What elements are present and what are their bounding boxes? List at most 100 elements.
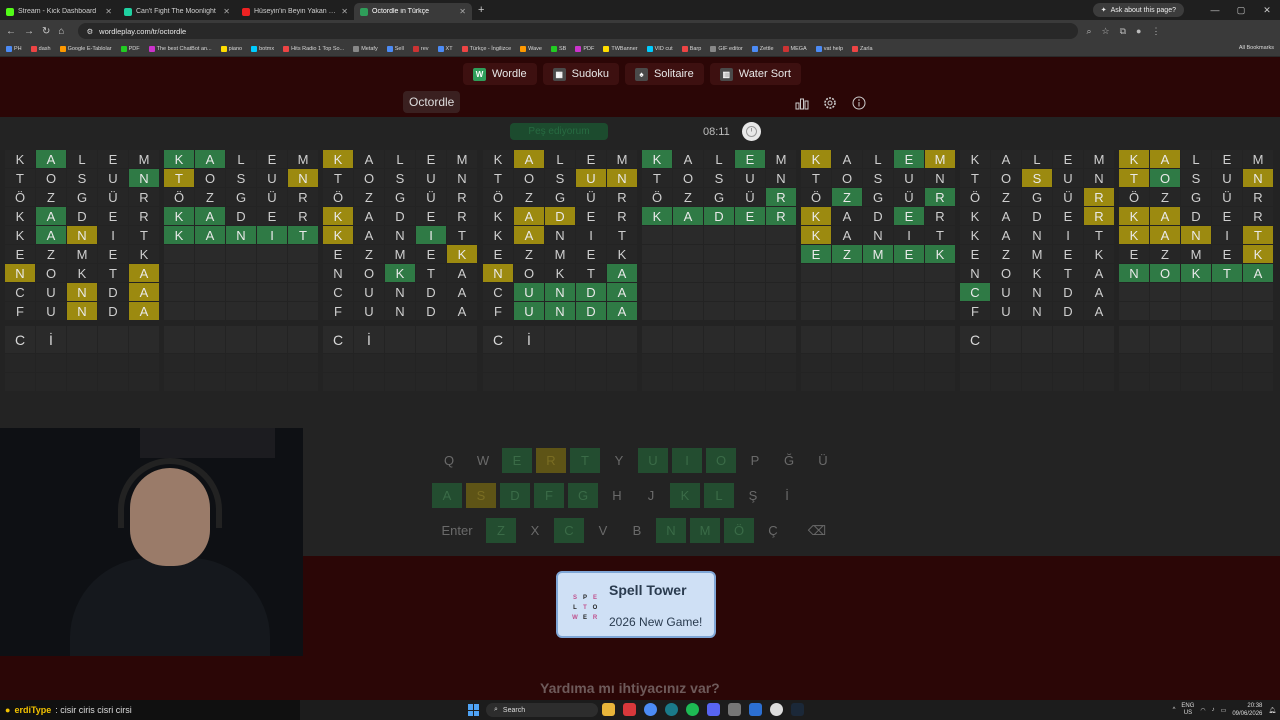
give-up-button[interactable]: Peş ediyorum [510,123,608,140]
spotify-icon[interactable] [686,703,699,716]
key-I[interactable]: I [672,448,702,473]
key-T[interactable]: T [570,448,600,473]
app-icon-teal[interactable] [665,703,678,716]
windows-start-icon[interactable] [468,704,480,716]
bookmark-item[interactable]: piano [220,46,242,52]
page-title[interactable]: Octordle [403,91,461,113]
info-icon[interactable] [849,93,869,113]
key-X[interactable]: X [520,518,550,543]
back-icon[interactable]: ← [6,26,16,37]
browser-tab[interactable]: Can't Fight The Moonlight ✕ [118,3,236,20]
key-Q[interactable]: Q [434,448,464,473]
bookmark-item[interactable]: GIF editor [710,46,743,52]
bookmark-item[interactable]: SB [551,46,566,52]
stats-icon[interactable] [792,93,812,113]
bookmark-item[interactable]: vat help [815,46,843,52]
key-G[interactable]: G [568,483,598,508]
key-H[interactable]: H [602,483,632,508]
bookmark-item[interactable]: PH [6,46,22,52]
key-W[interactable]: W [468,448,498,473]
home-icon[interactable]: ⌂ [58,26,64,37]
all-bookmarks-button[interactable]: All Bookmarks [1234,45,1274,51]
forward-icon[interactable]: → [24,26,34,37]
minimize-icon[interactable]: — [1202,0,1228,20]
key-P[interactable]: P [740,448,770,473]
bookmark-item[interactable]: Zettle [751,46,774,52]
tab-close-icon[interactable]: ✕ [105,7,112,16]
key-V[interactable]: V [588,518,618,543]
key-J[interactable]: J [636,483,666,508]
backspace-key[interactable]: ⌫ [792,518,842,543]
bookmark-item[interactable]: PDF [120,46,140,52]
language-indicator[interactable]: ENG US [1181,703,1194,717]
taskbar-search[interactable]: ⌕ Search [486,703,598,717]
extensions-icon[interactable]: ⧉ [1120,26,1126,37]
tab-close-icon[interactable]: ✕ [459,7,466,16]
key-U[interactable]: U [638,448,668,473]
bookmark-item[interactable]: The best ChatBot an... [148,46,212,52]
new-tab-button[interactable]: + [478,4,484,16]
url-input[interactable]: ⚙ wordleplay.com/tr/octordle [78,23,1079,39]
key-Ş[interactable]: Ş [738,483,768,508]
discord-icon[interactable] [707,703,720,716]
key-Ö[interactable]: Ö [724,518,754,543]
browser-tab[interactable]: Octordle in Türkçe ✕ [354,3,472,20]
tab-close-icon[interactable]: ✕ [223,7,230,16]
game-link-solitaire[interactable]: ♠ Solitaire [624,63,704,85]
key-B[interactable]: B [622,518,652,543]
clock-icon[interactable] [742,122,761,141]
key-Ğ[interactable]: Ğ [774,448,804,473]
bookmark-item[interactable]: MEGA [782,46,807,52]
site-info-icon[interactable]: ⚙ [86,27,93,36]
close-window-icon[interactable]: ✕ [1254,0,1280,20]
app-icon-red[interactable] [623,703,636,716]
key-Ü[interactable]: Ü [808,448,838,473]
key-D[interactable]: D [500,483,530,508]
game-link-wordle[interactable]: W Wordle [463,63,537,85]
bookmark-item[interactable]: TWBanner [603,46,638,52]
zoom-icon[interactable]: ⌕ [1086,26,1091,37]
game-link-sudoku[interactable]: ▦ Sudoku [542,63,619,85]
key-M[interactable]: M [690,518,720,543]
key-N[interactable]: N [656,518,686,543]
bookmark-item[interactable]: Wave [520,46,542,52]
key-Z[interactable]: Z [486,518,516,543]
volume-icon[interactable]: ♪ [1212,707,1215,713]
app-icon-gray[interactable] [728,703,741,716]
ask-about-page-button[interactable]: ✦ Ask about this page? [1092,3,1184,17]
clock[interactable]: 20:38 09/06/2026 [1232,702,1262,718]
bookmark-star-icon[interactable]: ☆ [1101,26,1109,37]
chrome-icon[interactable] [644,703,657,716]
key-Y[interactable]: Y [604,448,634,473]
bookmark-item[interactable]: XT [437,46,453,52]
settings-gear-icon[interactable] [820,93,840,113]
notification-icon[interactable]: 🔔︎ [1268,707,1276,714]
game-link-water-sort[interactable]: ▥ Water Sort [709,63,801,85]
file-explorer-icon[interactable] [602,703,615,716]
bookmark-item[interactable]: Hits Radio 1 Top So... [283,46,344,52]
browser-tab[interactable]: Stream - Kick Dashboard ✕ [0,3,118,20]
enter-key[interactable]: Enter [432,518,482,543]
spell-tower-promo[interactable]: SPELTOWER Spell Tower 2026 New Game! [556,571,716,638]
key-Ç[interactable]: Ç [758,518,788,543]
key-F[interactable]: F [534,483,564,508]
tray-chevron-icon[interactable]: ^ [1173,707,1176,713]
bookmark-item[interactable]: Zarla [852,46,873,52]
reload-icon[interactable]: ↻ [42,26,50,37]
app-icon-white[interactable] [770,703,783,716]
browser-tab[interactable]: Hüseyin'in Beyin Yakan Sorusu! (✕ [236,3,354,20]
key-S[interactable]: S [466,483,496,508]
wifi-icon[interactable]: ◠ [1200,707,1205,714]
bookmark-item[interactable]: PDF [575,46,594,52]
app-icon-blue[interactable] [749,703,762,716]
bookmark-item[interactable]: Metafy [353,46,378,52]
bookmark-item[interactable]: dash [30,46,51,52]
steam-icon[interactable] [791,703,804,716]
key-İ[interactable]: İ [772,483,802,508]
bookmark-item[interactable]: Sell [386,46,404,52]
battery-icon[interactable]: ▭ [1221,707,1227,714]
key-E[interactable]: E [502,448,532,473]
key-C[interactable]: C [554,518,584,543]
key-O[interactable]: O [706,448,736,473]
menu-icon[interactable]: ⋮ [1151,26,1160,37]
